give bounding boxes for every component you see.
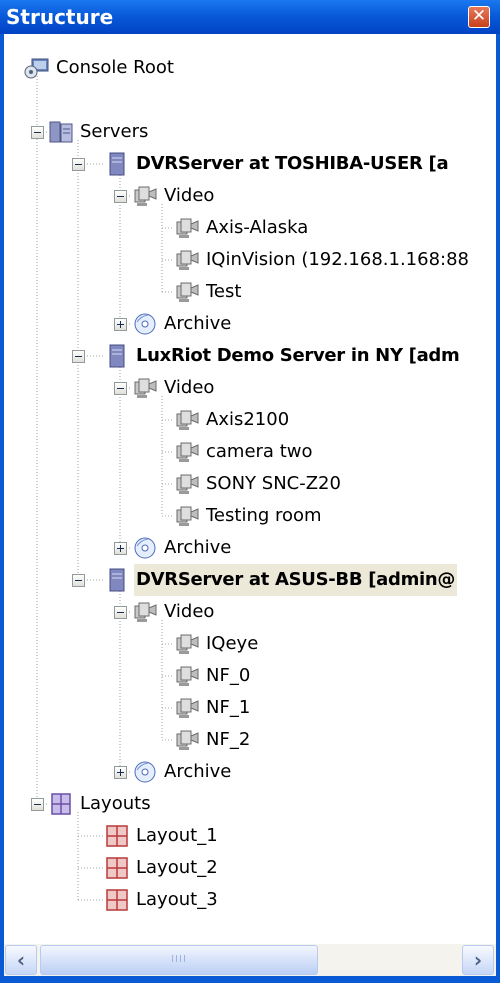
- tree-label: NF_1: [206, 697, 251, 718]
- camera-icon: [176, 666, 199, 686]
- camera-icon: [176, 506, 199, 526]
- archive-disc-icon: [134, 537, 156, 559]
- grip-icon: IIII: [171, 954, 187, 965]
- server-icon: [109, 152, 125, 176]
- panel-bottom-border: [0, 976, 500, 983]
- camera-icon: [176, 634, 199, 654]
- expand-toggle-archive[interactable]: [114, 318, 127, 331]
- collapse-toggle-server[interactable]: [72, 158, 85, 171]
- servers-icon: [49, 121, 73, 143]
- tree-label: Testing room: [206, 505, 322, 526]
- tree-label: Archive: [164, 761, 232, 782]
- video-cameras-icon: [134, 186, 157, 206]
- tree-label: Video: [164, 377, 215, 398]
- layout-grid-icon: [106, 889, 128, 911]
- panel-right-border: [496, 34, 500, 983]
- tree-label: IQeye: [206, 633, 259, 654]
- tree-label: Layouts: [80, 793, 151, 814]
- tree-label: Axis2100: [206, 409, 290, 430]
- tree-label: Servers: [80, 121, 149, 142]
- tree-label: Layout_2: [136, 857, 218, 878]
- console-root-icon: [24, 58, 49, 79]
- collapse-toggle-servers[interactable]: [31, 126, 44, 139]
- expand-toggle-archive[interactable]: [114, 542, 127, 555]
- tree-label: Console Root: [56, 57, 174, 78]
- close-icon: ✕: [471, 6, 487, 26]
- scroll-left-button[interactable]: ‹: [5, 945, 37, 975]
- camera-icon: [176, 698, 199, 718]
- tree-label: SONY SNC-Z20: [206, 473, 341, 494]
- tree-label: Test: [206, 281, 242, 302]
- video-cameras-icon: [134, 602, 157, 622]
- archive-disc-icon: [134, 761, 156, 783]
- collapse-toggle-video[interactable]: [114, 382, 127, 395]
- panel-title: Structure: [6, 5, 114, 29]
- camera-icon: [176, 410, 199, 430]
- collapse-toggle-video[interactable]: [114, 190, 127, 203]
- camera-icon: [176, 218, 199, 238]
- tree-label: Layout_3: [136, 889, 218, 910]
- tree-label: Video: [164, 185, 215, 206]
- layout-grid-icon: [106, 825, 128, 847]
- tree-label: camera two: [206, 441, 313, 462]
- structure-panel: Structure ✕ Console Root Servers DVRServ…: [0, 0, 500, 983]
- camera-icon: [176, 282, 199, 302]
- tree-label: DVRServer at ASUS-BB [admin@: [134, 564, 458, 596]
- expand-toggle-archive[interactable]: [114, 766, 127, 779]
- camera-icon: [176, 250, 199, 270]
- chevron-right-icon: ›: [473, 948, 483, 972]
- chevron-left-icon: ‹: [16, 948, 26, 972]
- tree-label: Archive: [164, 313, 232, 334]
- scrollbar-thumb[interactable]: IIII: [40, 945, 318, 975]
- tree-label: NF_0: [206, 665, 251, 686]
- camera-icon: [176, 730, 199, 750]
- layout-grid-icon: [106, 857, 128, 879]
- close-button[interactable]: ✕: [468, 6, 490, 28]
- tree-label: Video: [164, 601, 215, 622]
- tree-label: Archive: [164, 537, 232, 558]
- panel-titlebar: Structure ✕: [0, 0, 500, 34]
- collapse-toggle-layouts[interactable]: [31, 798, 44, 811]
- scroll-right-button[interactable]: ›: [462, 945, 494, 975]
- server-icon: [109, 344, 125, 368]
- horizontal-scrollbar[interactable]: ‹ IIII ›: [4, 944, 496, 976]
- collapse-toggle-server[interactable]: [72, 350, 85, 363]
- server-icon: [109, 568, 125, 592]
- camera-icon: [176, 474, 199, 494]
- tree-label: Axis-Alaska: [206, 217, 309, 238]
- structure-tree[interactable]: Console Root Servers DVRServer at TOSHIB…: [4, 34, 496, 934]
- tree-label: Layout_1: [136, 825, 218, 846]
- collapse-toggle-video[interactable]: [114, 606, 127, 619]
- archive-disc-icon: [134, 313, 156, 335]
- camera-icon: [176, 442, 199, 462]
- tree-label: IQinVision (192.168.1.168:88: [206, 249, 470, 270]
- tree-label: LuxRiot Demo Server in NY [adm: [136, 345, 460, 366]
- collapse-toggle-server[interactable]: [72, 574, 85, 587]
- video-cameras-icon: [134, 378, 157, 398]
- tree-label: NF_2: [206, 729, 251, 750]
- tree-label: DVRServer at TOSHIBA-USER [a: [136, 153, 449, 174]
- layouts-icon: [51, 793, 71, 815]
